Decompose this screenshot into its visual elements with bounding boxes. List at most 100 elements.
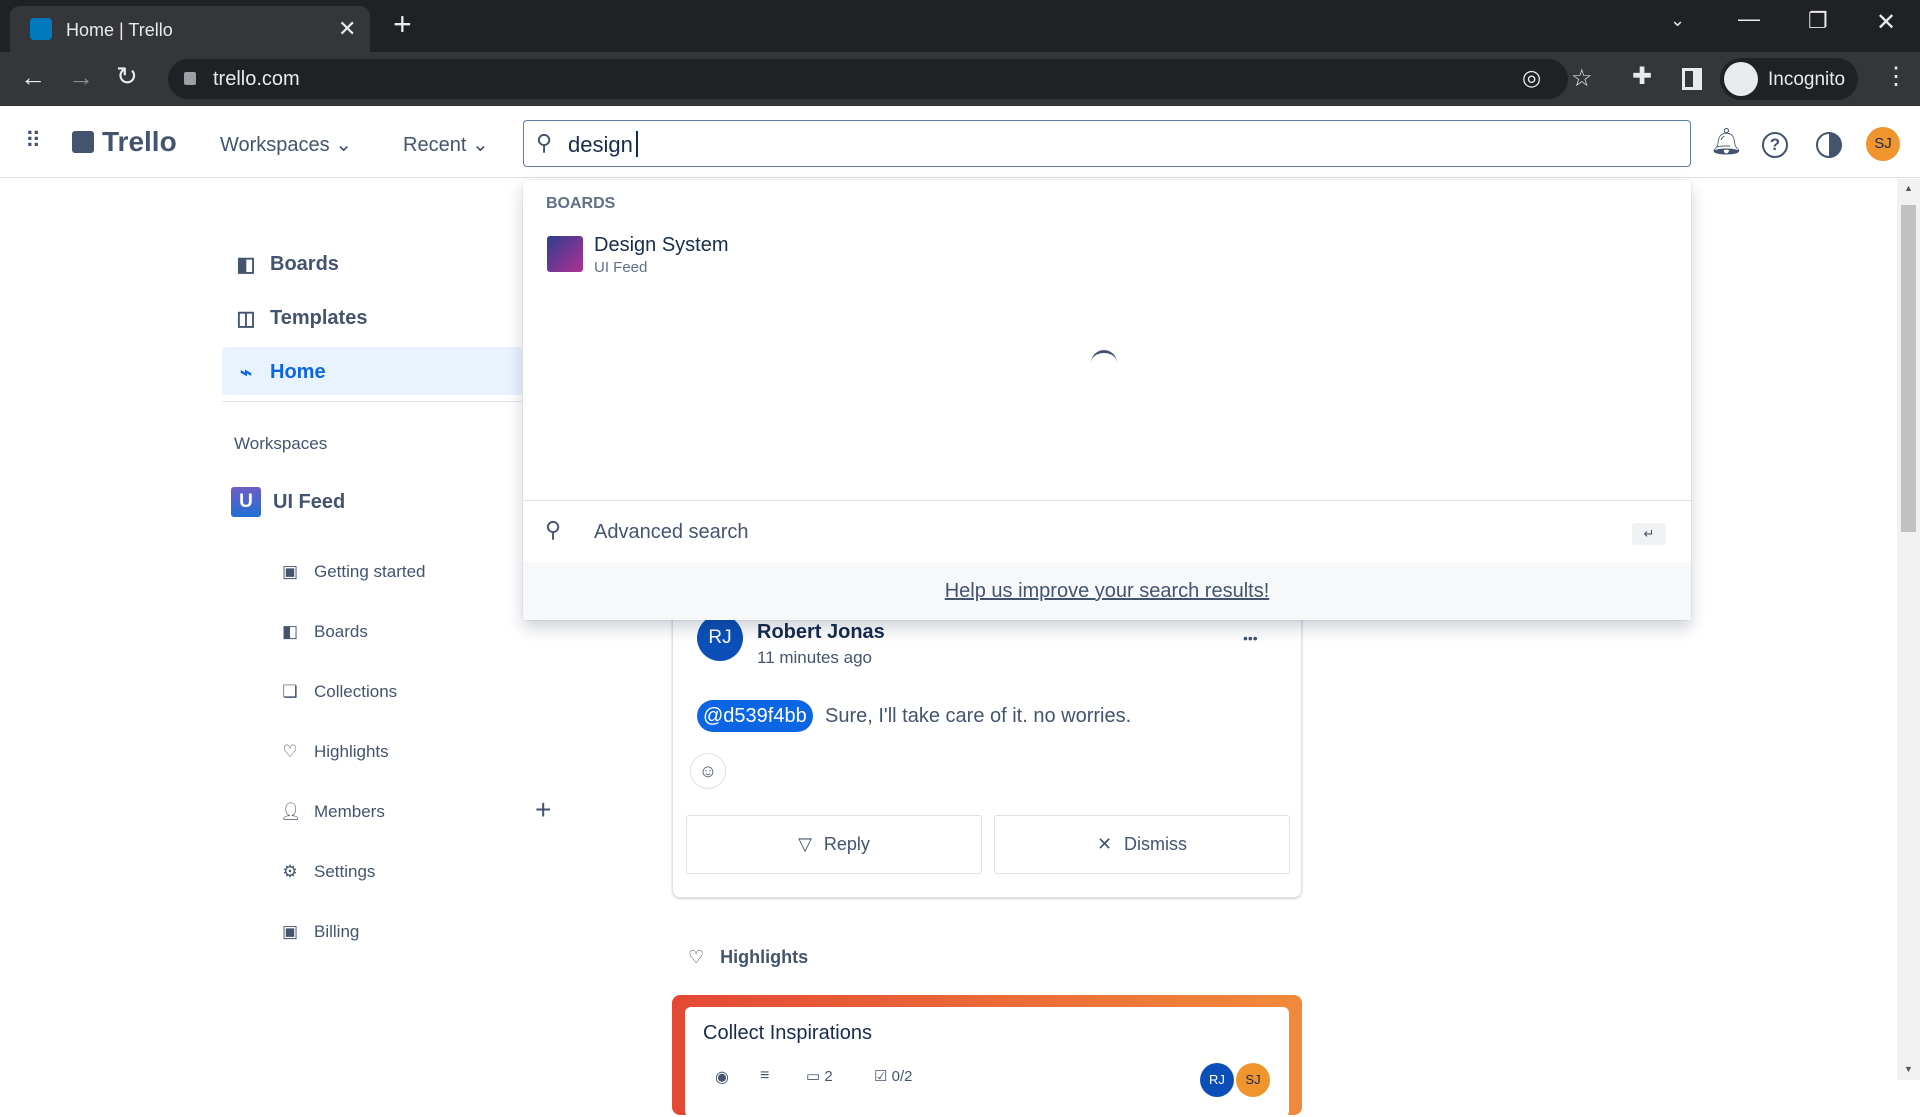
workspace-ui-feed[interactable]: U UI Feed [231,487,345,517]
advanced-search-row[interactable]: ⚲ Advanced search ↵ [523,500,1691,562]
scroll-down-icon[interactable]: ▼ [1904,1064,1913,1074]
address-bar[interactable]: trello.com ◎ ☆ [168,59,1593,99]
search-input[interactable]: ⚲ design [523,120,1691,167]
browser-tab[interactable]: Home | Trello ✕ [10,6,370,52]
close-icon: ✕ [1096,834,1113,854]
help-icon[interactable]: ? [1762,132,1788,158]
collections-icon: ❏ [282,682,298,701]
sidebar-item-label: Members [314,802,385,821]
incognito-profile[interactable]: Incognito [1720,58,1858,100]
eye-off-icon[interactable]: ◎ [1522,65,1541,91]
back-icon[interactable]: ← [20,62,46,93]
close-window-icon[interactable]: ✕ [1876,8,1896,37]
chevron-down-icon: ⌄ [335,134,352,156]
sidebar-item-label: Billing [314,922,360,941]
tab-title: Home | Trello [66,20,173,40]
sidebar-item-home-content: ⌁ Home [236,360,326,385]
sidebar-item-label: Templates [270,307,368,329]
author-name[interactable]: Robert Jonas [757,621,885,644]
user-avatar[interactable]: SJ [1866,127,1900,161]
member-avatar[interactable]: RJ [1200,1063,1234,1097]
feedback-link[interactable]: Help us improve your search results! [945,580,1270,602]
page-scrollbar[interactable]: ▲ ▼ [1897,179,1920,1080]
profile-label: Incognito [1768,69,1846,90]
workspace-name: UI Feed [273,490,346,513]
url-text: trello.com [213,68,300,90]
theme-icon[interactable] [1816,132,1842,158]
sidebar-item-label: Collections [314,682,398,701]
browser-menu-icon[interactable]: ⋮ [1884,62,1908,91]
minimize-icon[interactable]: — [1738,6,1760,32]
reply-label: Reply [823,834,870,854]
trello-logo[interactable]: Trello [72,126,177,158]
sidebar-item-members[interactable]: 👤︎ Members [280,802,385,822]
sidebar-item-label: Home [270,361,326,383]
workspaces-label: Workspaces [220,134,330,156]
heart-icon: ♡ [282,742,298,761]
briefcase-icon: ▣ [281,562,299,581]
reply-button[interactable]: ▽ Reply [686,815,982,874]
comment-count: ▭ 2 [806,1068,833,1085]
text-cursor [636,131,638,157]
browser-tab-bar: Home | Trello ✕ + ⌄ — ❐ ✕ [0,0,1920,52]
extensions-icon[interactable]: ✚ [1632,62,1652,91]
add-member-button[interactable]: + [535,794,551,826]
author-avatar[interactable]: RJ [697,615,743,661]
workspaces-heading: Workspaces [234,434,328,453]
member-avatar[interactable]: SJ [1236,1063,1270,1097]
comment-time: 11 minutes ago [757,648,872,667]
notifications-icon[interactable]: 🔔︎ [1710,126,1743,157]
close-tab-icon[interactable]: ✕ [338,16,356,42]
enter-key-hint: ↵ [1632,523,1666,545]
highlight-card-inner: Collect Inspirations ◉ ≡ ▭ 2 ☑ 0/2 RJ SJ [685,1007,1289,1117]
checklist-value: 0/2 [891,1068,913,1085]
sidebar-item-label: Settings [314,862,376,881]
sidebar-item-label: Highlights [314,742,389,761]
loading-spinner [1091,350,1117,376]
star-icon[interactable]: ☆ [1571,64,1593,93]
mention-chip[interactable]: @d539f4bb [697,700,813,732]
billing-icon: ▣ [281,922,299,941]
trello-logo-icon [72,131,94,153]
comment-text: Sure, I'll take care of it. no worries. [825,705,1132,727]
workspaces-menu[interactable]: Workspaces ⌄ [220,132,352,157]
reload-icon[interactable]: ↻ [116,61,138,92]
more-options-button[interactable]: ••• [1243,630,1258,646]
app-switcher-icon[interactable]: ⠿ [25,128,41,154]
board-thumbnail [547,236,583,272]
side-panel-icon[interactable] [1682,68,1702,90]
sidebar-divider [222,401,522,402]
address-toolbar: ← → ↻ trello.com ◎ ☆ ✚ Incognito ⋮ [0,52,1920,106]
add-reaction-button[interactable]: ☺ [690,753,726,789]
sidebar-item-boards[interactable]: ◧ Boards [236,252,339,277]
tab-search-icon[interactable]: ⌄ [1670,10,1685,31]
card-title: Collect Inspirations [703,1022,872,1044]
boards-section-label: BOARDS [546,195,616,212]
recent-menu[interactable]: Recent ⌄ [403,132,489,157]
chevron-down-icon: ⌄ [471,134,489,156]
sidebar-item-settings[interactable]: ⚙ Settings [280,862,375,882]
trello-favicon [30,18,52,40]
watch-icon: ◉ [715,1069,729,1086]
search-result-board[interactable]: Design System UI Feed [523,232,1691,280]
result-subtitle: UI Feed [594,259,648,276]
new-tab-icon[interactable]: + [393,6,412,43]
highlights-heading: ♡ Highlights [688,947,808,968]
incognito-icon [1724,62,1758,96]
restore-icon[interactable]: ❐ [1808,8,1828,34]
highlight-card[interactable]: Collect Inspirations ◉ ≡ ▭ 2 ☑ 0/2 RJ SJ [672,995,1302,1117]
scrollbar-thumb[interactable] [1901,205,1916,532]
sidebar-item-highlights[interactable]: ♡ Highlights [280,742,389,762]
scroll-up-icon[interactable]: ▲ [1904,183,1913,193]
workspace-badge: U [231,487,261,517]
recent-label: Recent [403,134,467,156]
sidebar-item-billing[interactable]: ▣ Billing [280,922,359,942]
description-icon: ≡ [760,1067,770,1084]
forward-icon[interactable]: → [68,62,94,93]
sidebar-item-label: Getting started [314,562,426,581]
sidebar-item-boards-sub[interactable]: ◧ Boards [280,622,368,642]
sidebar-item-templates[interactable]: ◫ Templates [236,306,368,331]
sidebar-item-collections[interactable]: ❏ Collections [280,682,397,702]
sidebar-item-getting-started[interactable]: ▣ Getting started [280,562,426,582]
dismiss-button[interactable]: ✕ Dismiss [994,815,1290,874]
